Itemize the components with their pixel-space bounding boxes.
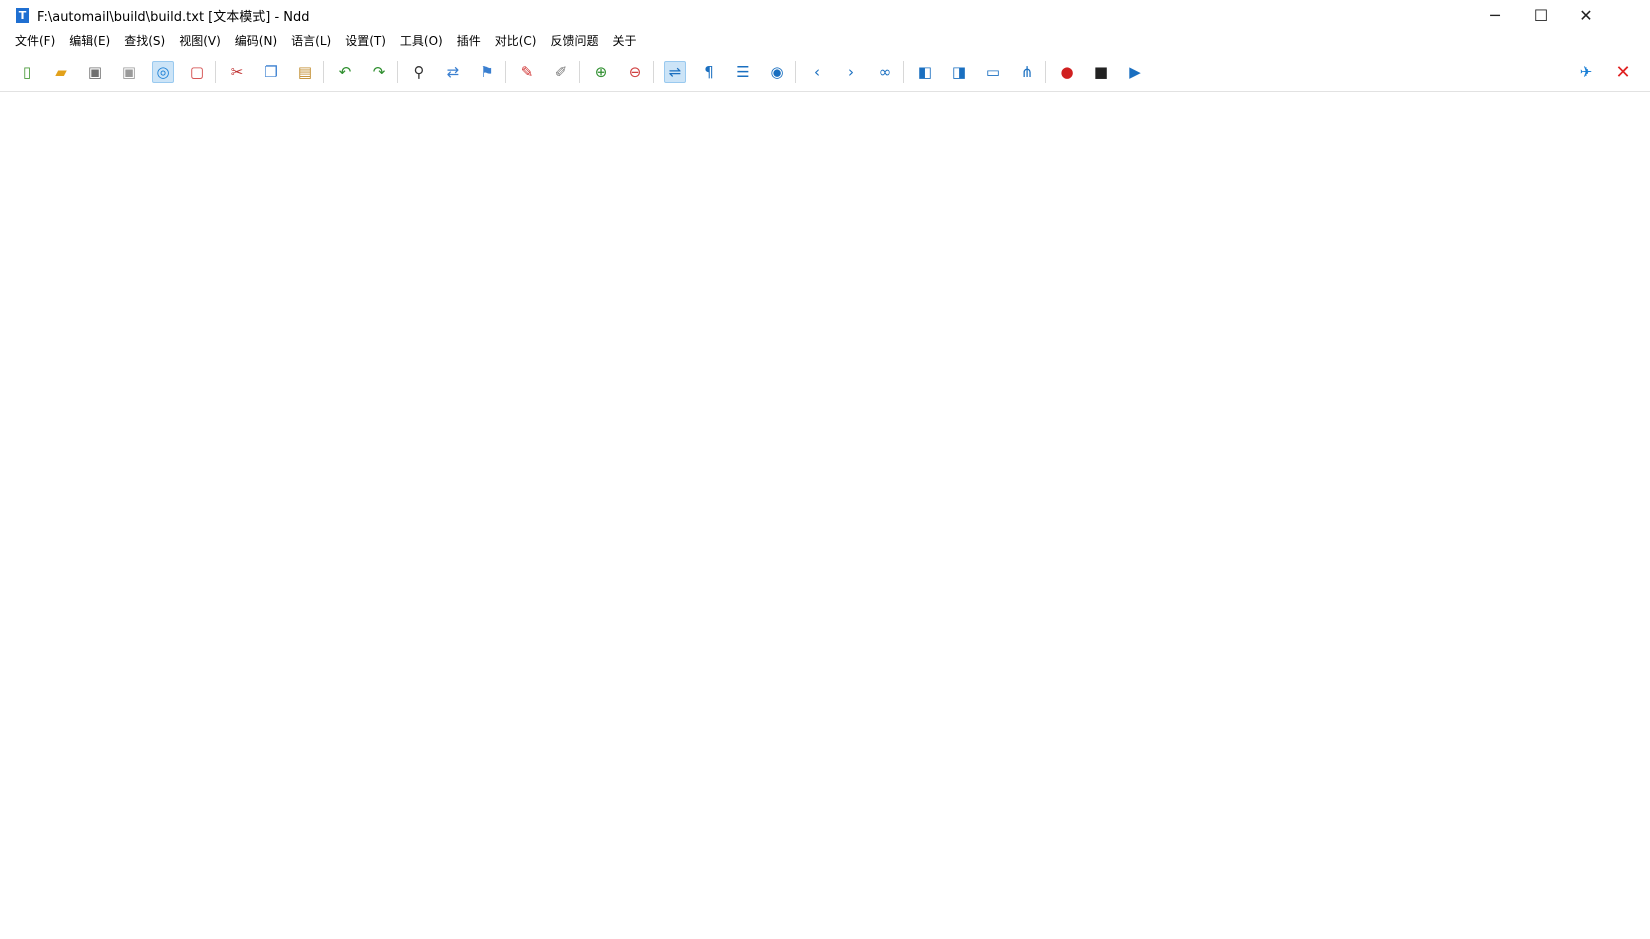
save-icon: ▣ xyxy=(87,62,103,81)
stop-macro-icon: ■ xyxy=(1093,62,1109,81)
maximize-button[interactable]: ☐ xyxy=(1518,0,1564,30)
menu-about[interactable]: 关于 xyxy=(606,31,644,51)
zoom-in-button[interactable]: ⊕ xyxy=(590,61,612,83)
menu-feedback[interactable]: 反馈问题 xyxy=(543,31,605,51)
previous-button[interactable]: ‹ xyxy=(806,61,828,83)
copy-icon: ❐ xyxy=(264,62,278,81)
menu-bar: 文件(F) 编辑(E) 查找(S) 视图(V) 编码(N) 语言(L) 设置(T… xyxy=(0,30,1650,52)
toolbar-separator xyxy=(505,61,506,83)
menu-tools[interactable]: 工具(O) xyxy=(393,31,450,51)
exit-button[interactable]: ✕ xyxy=(1612,61,1634,83)
close-file-icon: ▢ xyxy=(189,62,205,81)
toolbar-separator xyxy=(323,61,324,83)
title-bar: T F:\automail\build\build.txt [文本模式] - N… xyxy=(0,0,1650,30)
zoom-out-button[interactable]: ⊖ xyxy=(624,61,646,83)
bin-compare-icon: ▭ xyxy=(985,62,1001,81)
show-symbols-icon: ¶ xyxy=(704,62,714,81)
toolbar-separator xyxy=(579,61,580,83)
mark-button[interactable]: ✎ xyxy=(516,61,538,83)
pin-button[interactable]: ✈ xyxy=(1575,61,1597,83)
menu-edit[interactable]: 编辑(E) xyxy=(62,31,117,51)
cut-icon: ✂ xyxy=(230,62,244,81)
new-file-icon: ▯ xyxy=(22,62,32,81)
goto-button[interactable]: ∞ xyxy=(874,61,896,83)
clear-mark-icon: ✐ xyxy=(554,62,568,81)
toolbar-separator xyxy=(903,61,904,83)
undo-button[interactable]: ↶ xyxy=(334,61,356,83)
replace-button[interactable]: ⇄ xyxy=(442,61,464,83)
menu-compare[interactable]: 对比(C) xyxy=(488,31,544,51)
zoom-out-icon: ⊖ xyxy=(628,62,642,81)
minimize-button[interactable]: ─ xyxy=(1472,0,1518,30)
copy-button[interactable]: ❐ xyxy=(260,61,282,83)
replace-icon: ⇄ xyxy=(446,62,460,81)
bookmark-icon: ⚑ xyxy=(480,62,494,81)
menu-language[interactable]: 语言(L) xyxy=(284,31,338,51)
find-icon: ⚲ xyxy=(413,62,425,81)
play-macro-button[interactable]: ▶ xyxy=(1124,61,1146,83)
show-symbols-button[interactable]: ¶ xyxy=(698,61,720,83)
zoom-in-icon: ⊕ xyxy=(594,62,608,81)
menu-search[interactable]: 查找(S) xyxy=(117,31,172,51)
record-macro-button[interactable]: ● xyxy=(1056,61,1078,83)
next-button[interactable]: › xyxy=(840,61,862,83)
toolbar-separator xyxy=(397,61,398,83)
previous-icon: ‹ xyxy=(814,62,820,81)
save-button[interactable]: ▣ xyxy=(84,61,106,83)
menu-settings[interactable]: 设置(T) xyxy=(338,31,393,51)
compare-file-button[interactable]: ◧ xyxy=(914,61,936,83)
word-wrap-icon: ⇌ xyxy=(668,62,682,81)
show-all-icon: ◉ xyxy=(770,62,784,81)
goto-icon: ∞ xyxy=(878,62,892,81)
undo-icon: ↶ xyxy=(338,62,352,81)
auto-save-icon: ◎ xyxy=(156,62,170,81)
play-macro-icon: ▶ xyxy=(1129,62,1141,81)
show-all-button[interactable]: ◉ xyxy=(766,61,788,83)
auto-save-button[interactable]: ◎ xyxy=(152,61,174,83)
next-icon: › xyxy=(848,62,854,81)
compare-dir-icon: ◨ xyxy=(951,62,967,81)
pin-icon: ✈ xyxy=(1579,62,1593,81)
close-button[interactable]: ✕ xyxy=(1563,0,1609,30)
toolbar-separator xyxy=(653,61,654,83)
toolbar-separator xyxy=(795,61,796,83)
exit-icon: ✕ xyxy=(1615,61,1631,83)
mark-icon: ✎ xyxy=(520,62,534,81)
save-all-icon: ▣ xyxy=(121,62,137,81)
find-button[interactable]: ⚲ xyxy=(408,61,430,83)
stop-macro-button[interactable]: ■ xyxy=(1090,61,1112,83)
menu-view[interactable]: 视图(V) xyxy=(172,31,228,51)
menu-file[interactable]: 文件(F) xyxy=(8,31,62,51)
indent-guide-button[interactable]: ☰ xyxy=(732,61,754,83)
file-tree-button[interactable]: ⋔ xyxy=(1016,61,1038,83)
redo-icon: ↷ xyxy=(372,62,386,81)
word-wrap-button[interactable]: ⇌ xyxy=(664,61,686,83)
window-title: F:\automail\build\build.txt [文本模式] - Ndd xyxy=(37,9,310,25)
redo-button[interactable]: ↷ xyxy=(368,61,390,83)
close-file-button[interactable]: ▢ xyxy=(186,61,208,83)
record-macro-icon: ● xyxy=(1060,62,1074,81)
bookmark-button[interactable]: ⚑ xyxy=(476,61,498,83)
toolbar: ▯ ▰ ▣ ▣ ◎ ▢ ✂ ❐ ▤ ↶ ↷ ⚲ ⇄ ⚑ ✎ ✐ ⊕ ⊖ ⇌ ¶ … xyxy=(0,52,1650,92)
indent-guide-icon: ☰ xyxy=(736,62,750,81)
toolbar-separator xyxy=(215,61,216,83)
clear-mark-button[interactable]: ✐ xyxy=(550,61,572,83)
new-file-button[interactable]: ▯ xyxy=(16,61,38,83)
open-file-button[interactable]: ▰ xyxy=(50,61,72,83)
compare-file-icon: ◧ xyxy=(917,62,933,81)
paste-icon: ▤ xyxy=(297,62,313,81)
cut-button[interactable]: ✂ xyxy=(226,61,248,83)
menu-plugins[interactable]: 插件 xyxy=(450,31,488,51)
open-file-icon: ▰ xyxy=(55,62,67,81)
compare-dir-button[interactable]: ◨ xyxy=(948,61,970,83)
toolbar-separator xyxy=(1045,61,1046,83)
app-icon: T xyxy=(16,7,29,23)
save-all-button[interactable]: ▣ xyxy=(118,61,140,83)
bin-compare-button[interactable]: ▭ xyxy=(982,61,1004,83)
paste-button[interactable]: ▤ xyxy=(294,61,316,83)
file-tree-icon: ⋔ xyxy=(1020,62,1034,81)
menu-encoding[interactable]: 编码(N) xyxy=(228,31,284,51)
